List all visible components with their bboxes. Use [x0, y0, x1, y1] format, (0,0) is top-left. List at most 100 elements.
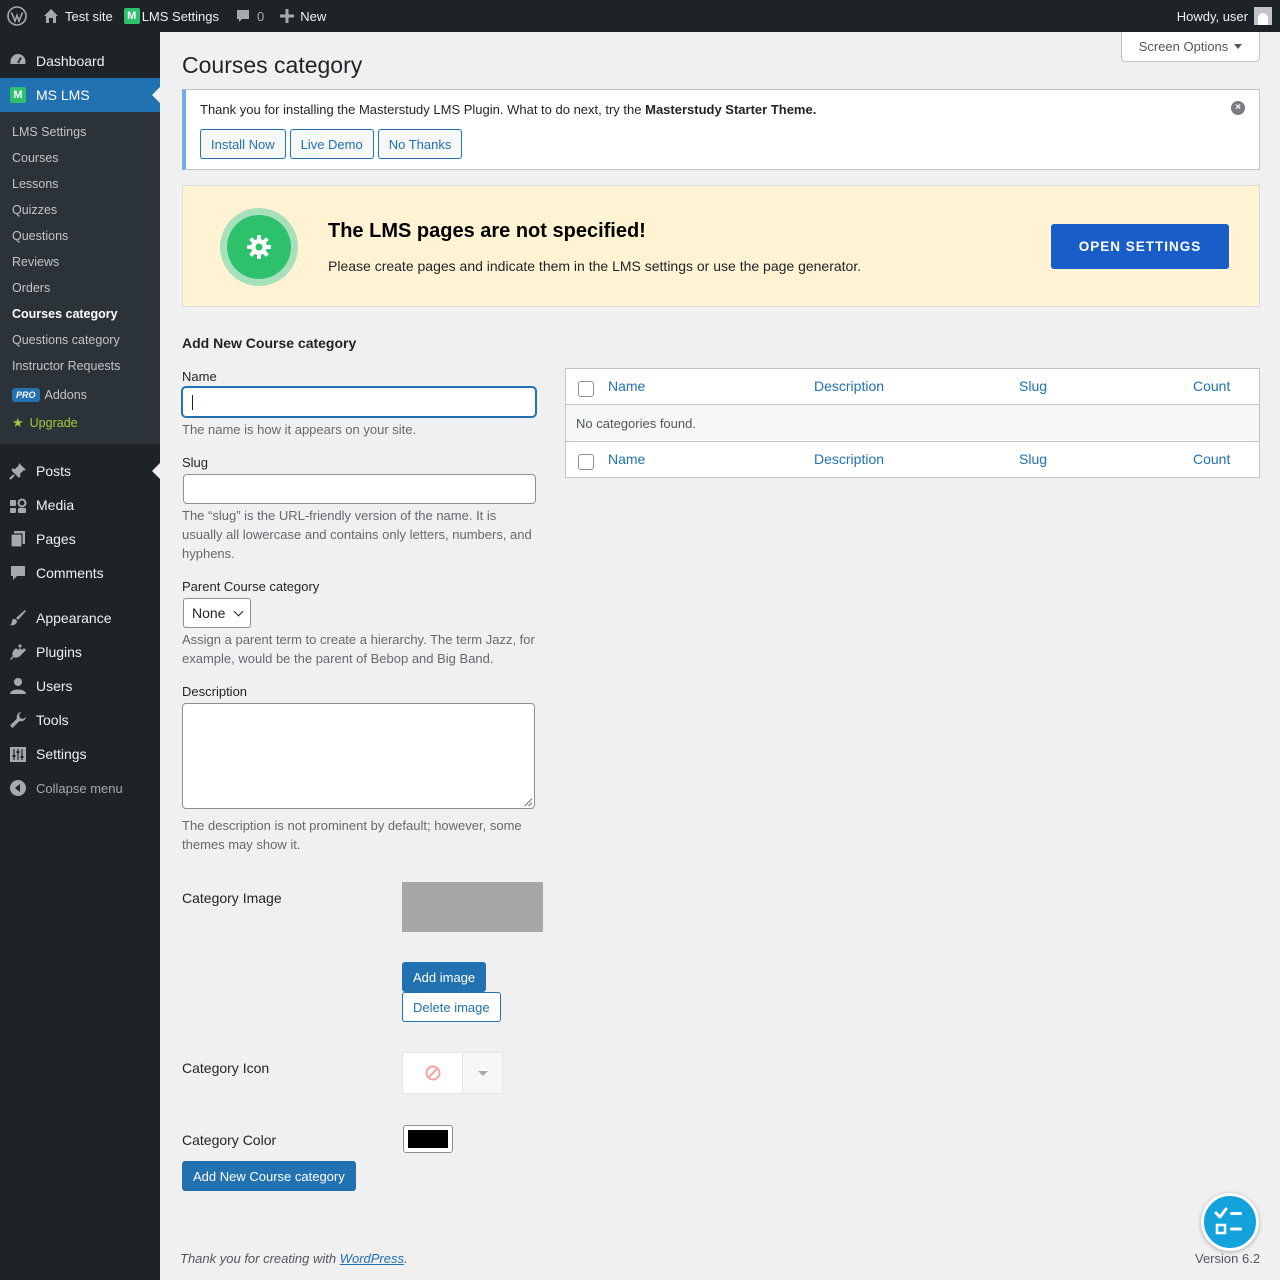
menu-settings[interactable]: Settings	[0, 737, 160, 771]
wordpress-logo-menu[interactable]	[0, 0, 35, 32]
caret-down-icon	[477, 1070, 488, 1076]
my-account-menu[interactable]: Howdy, user	[1169, 0, 1280, 32]
column-description[interactable]: Description	[814, 378, 884, 394]
dashboard-icon	[8, 51, 28, 71]
menu-comments-label: Comments	[36, 565, 104, 581]
checklist-fab-button[interactable]	[1201, 1193, 1259, 1251]
submenu-questions[interactable]: Questions	[0, 223, 160, 249]
wordpress-icon	[7, 6, 27, 26]
column-count[interactable]: Count	[1193, 378, 1230, 394]
notice-text: Thank you for installing the Masterstudy…	[200, 102, 816, 117]
icon-preview	[402, 1052, 463, 1094]
collapse-menu-label: Collapse menu	[36, 780, 123, 796]
footer-credit: Thank you for creating with WordPress.	[180, 1251, 408, 1266]
site-name-link[interactable]: Test site	[35, 0, 121, 32]
collapse-arrow-icon	[8, 778, 28, 798]
submenu-addons[interactable]: PRO Addons	[0, 379, 160, 410]
submenu-orders[interactable]: Orders	[0, 275, 160, 301]
dismiss-notice-icon[interactable]: ×	[1231, 101, 1245, 115]
submenu-upgrade-label: Upgrade	[29, 416, 78, 430]
users-icon	[8, 676, 28, 696]
menu-posts-label: Posts	[36, 463, 72, 479]
menu-appearance[interactable]: Appearance	[0, 601, 160, 635]
submenu-quizzes[interactable]: Quizzes	[0, 197, 160, 223]
submenu-instructor-requests[interactable]: Instructor Requests	[0, 353, 160, 379]
live-demo-button[interactable]: Live Demo	[289, 129, 374, 159]
select-all-checkbox[interactable]	[578, 381, 594, 397]
footer-thanks-text: Thank you for creating with	[180, 1251, 340, 1266]
category-icon-picker[interactable]	[402, 1052, 503, 1094]
parent-help: Assign a parent term to create a hierarc…	[182, 632, 535, 666]
posts-menu-arrow	[152, 463, 160, 479]
category-color-label: Category Color	[182, 1132, 277, 1148]
slug-input[interactable]	[183, 474, 536, 504]
howdy-text: Howdy, user	[1176, 8, 1248, 24]
column-slug-footer[interactable]: Slug	[1019, 451, 1047, 467]
menu-tools[interactable]: Tools	[0, 703, 160, 737]
submenu-lessons[interactable]: Lessons	[0, 171, 160, 197]
text-cursor	[192, 395, 193, 410]
pages-icon	[8, 529, 28, 549]
menu-ms-lms-label: MS LMS	[36, 87, 90, 103]
submenu-courses-category[interactable]: Courses category	[0, 301, 160, 327]
menu-dashboard[interactable]: Dashboard	[0, 44, 160, 78]
footer-period: .	[404, 1251, 408, 1266]
menu-plugins[interactable]: Plugins	[0, 635, 160, 669]
open-settings-button[interactable]: OPEN SETTINGS	[1051, 224, 1229, 269]
comments-link[interactable]: 0	[227, 0, 272, 32]
new-content-link[interactable]: New	[272, 0, 334, 32]
checklist-icon	[1214, 1207, 1242, 1235]
delete-image-button[interactable]: Delete image	[402, 992, 501, 1022]
description-textarea[interactable]	[182, 703, 535, 809]
category-image-label: Category Image	[182, 890, 282, 906]
category-color-picker[interactable]	[403, 1125, 453, 1153]
icon-dropdown-toggle[interactable]	[463, 1052, 503, 1094]
caret-down-icon	[1234, 44, 1243, 49]
parent-select[interactable]: None	[183, 598, 251, 628]
gear-badge	[220, 208, 298, 286]
install-now-button[interactable]: Install Now	[200, 129, 286, 159]
category-image-preview	[402, 882, 543, 932]
notice-theme-name: Masterstudy Starter Theme.	[645, 102, 817, 117]
footer-version: Version 6.2	[1195, 1251, 1261, 1266]
add-image-button[interactable]: Add image	[402, 962, 487, 992]
add-new-category-button[interactable]: Add New Course category	[182, 1161, 356, 1191]
menu-comments[interactable]: Comments	[0, 556, 160, 590]
paintbrush-icon	[8, 608, 28, 628]
menu-users[interactable]: Users	[0, 669, 160, 703]
admin-sidebar: Dashboard M MS LMS LMS Settings Courses …	[0, 32, 160, 1280]
column-count-footer[interactable]: Count	[1193, 451, 1230, 467]
menu-pages[interactable]: Pages	[0, 522, 160, 556]
menu-posts[interactable]: Posts	[0, 454, 160, 488]
page-title: Courses category	[182, 52, 363, 78]
menu-ms-lms[interactable]: M MS LMS	[0, 78, 160, 112]
menu-media[interactable]: Media	[0, 488, 160, 522]
name-input[interactable]	[182, 387, 536, 417]
lms-notice-heading: The LMS pages are not specified!	[328, 220, 646, 242]
avatar	[1254, 7, 1272, 25]
submenu-courses[interactable]: Courses	[0, 145, 160, 171]
collapse-menu-button[interactable]: Collapse menu	[0, 771, 160, 805]
submenu-upgrade[interactable]: ★ Upgrade	[0, 410, 160, 436]
ms-lms-submenu: LMS Settings Courses Lessons Quizzes Que…	[0, 112, 160, 444]
menu-users-label: Users	[36, 678, 73, 694]
table-footer-row: Name Description Slug Count	[566, 441, 1259, 477]
wordpress-link[interactable]: WordPress	[340, 1251, 404, 1266]
menu-tools-label: Tools	[36, 712, 69, 728]
resize-grip-icon[interactable]	[524, 798, 532, 806]
menu-dashboard-label: Dashboard	[36, 53, 105, 69]
select-all-checkbox-footer[interactable]	[578, 454, 594, 470]
column-name-footer[interactable]: Name	[608, 451, 645, 467]
submenu-reviews[interactable]: Reviews	[0, 249, 160, 275]
column-description-footer[interactable]: Description	[814, 451, 884, 467]
submenu-lms-settings[interactable]: LMS Settings	[0, 119, 160, 145]
admin-bar: Test site M LMS Settings 0 New Howdy, us…	[0, 0, 1280, 32]
lms-settings-link[interactable]: M LMS Settings	[121, 0, 227, 32]
comments-count: 0	[257, 8, 265, 24]
submenu-questions-category[interactable]: Questions category	[0, 327, 160, 353]
column-name[interactable]: Name	[608, 378, 645, 394]
column-slug[interactable]: Slug	[1019, 378, 1047, 394]
screen-options-button[interactable]: Screen Options	[1121, 32, 1260, 62]
no-thanks-button[interactable]: No Thanks	[377, 129, 463, 159]
notice-message: Thank you for installing the Masterstudy…	[200, 102, 646, 117]
